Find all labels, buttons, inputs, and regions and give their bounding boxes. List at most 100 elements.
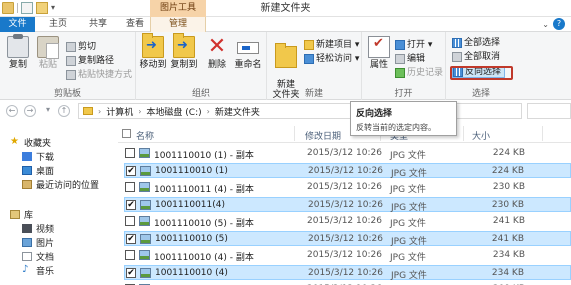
nav-favorites[interactable]: ★ 收藏夹	[10, 136, 51, 149]
file-date: 2015/3/12 10:26	[308, 166, 383, 176]
cut-button[interactable]: 剪切	[66, 41, 96, 53]
rename-label: 重命名	[234, 60, 262, 70]
file-name: 1001110010 (1)	[155, 166, 228, 176]
tab-view[interactable]: 查看	[120, 17, 150, 32]
column-size[interactable]: 大小	[472, 129, 490, 142]
file-name: 1001110010 (4)	[155, 268, 228, 278]
paste-shortcut-icon	[66, 70, 76, 80]
back-button[interactable]: ←	[6, 105, 18, 117]
select-all-label: 全部选择	[464, 38, 501, 48]
history-button[interactable]: 历史记录	[395, 67, 443, 79]
nav-pictures[interactable]: 图片	[22, 236, 54, 249]
nav-recent[interactable]: 最近访问的位置	[22, 178, 100, 191]
copy-to-button[interactable]: 复制到	[169, 33, 199, 70]
file-date: 2015/3/12 10:26	[308, 268, 383, 278]
paste-button[interactable]: 粘贴	[33, 36, 63, 70]
table-row[interactable]: ✔ 1001110010 (1) 2015/3/12 10:26 JPG 文件 224 …	[124, 163, 571, 179]
tab-file[interactable]: 文件	[0, 17, 35, 32]
paste-shortcut-button[interactable]: 粘贴快捷方式	[66, 69, 132, 81]
help-icon[interactable]: ?	[553, 18, 565, 30]
file-type: JPG 文件	[390, 151, 426, 161]
title-bar: ▾ 图片工具 新建文件夹	[0, 0, 571, 17]
tab-home[interactable]: 主页	[40, 17, 76, 32]
new-folder-icon	[275, 43, 297, 68]
select-none-icon	[452, 52, 462, 62]
chevron-right-icon: ›	[138, 106, 142, 116]
new-folder-quick-icon[interactable]	[36, 2, 48, 14]
file-size: 230 KB	[492, 182, 525, 192]
delete-icon: ✕	[207, 34, 227, 59]
new-item-icon	[304, 40, 314, 50]
select-group-label: 选择	[471, 89, 490, 99]
nav-downloads[interactable]: 下载	[22, 150, 54, 163]
nav-documents[interactable]: 文档	[22, 250, 55, 263]
select-all-checkbox[interactable]	[122, 129, 131, 138]
row-checkbox[interactable]	[125, 216, 135, 226]
column-date[interactable]: 修改日期	[305, 129, 341, 142]
row-checkbox[interactable]: ✔	[126, 234, 136, 244]
table-row[interactable]: 1001110010 (4) - 副本 2015/3/12 10:26 JPG 文件…	[124, 248, 571, 263]
organize-group: 移动到 复制到 ✕ 删除 重命名 组织	[136, 32, 267, 100]
file-date: 2015/3/12 10:26	[307, 216, 382, 226]
delete-button[interactable]: ✕ 删除	[202, 34, 232, 71]
file-type: JPG 文件	[391, 169, 427, 179]
forward-button[interactable]: →	[24, 105, 36, 117]
breadcrumb-new-folder[interactable]: 新建文件夹	[215, 105, 260, 118]
edit-button[interactable]: 编辑	[395, 53, 425, 65]
nav-music[interactable]: ♪ 音乐	[22, 264, 54, 277]
image-file-icon	[140, 268, 151, 278]
rename-icon	[237, 42, 259, 54]
tab-share[interactable]: 共享	[80, 17, 116, 32]
move-to-button[interactable]: 移动到	[138, 33, 168, 70]
breadcrumb-computer[interactable]: 计算机	[106, 105, 133, 118]
row-checkbox[interactable]: ✔	[126, 200, 136, 210]
column-name[interactable]: 名称	[136, 129, 154, 142]
table-row[interactable]: 1001110010 (5) - 副本 2015/3/12 10:26 JPG 文件…	[124, 214, 571, 229]
easy-access-button[interactable]: 轻松访问 ▾	[304, 53, 359, 65]
select-all-button[interactable]: 全部选择	[452, 37, 500, 49]
nav-documents-label: 文档	[36, 252, 55, 263]
properties-button[interactable]: 属性	[364, 36, 394, 70]
file-type: JPG 文件	[391, 271, 427, 281]
table-row[interactable]: ✔ 1001110011(4) 2015/3/12 10:26 JPG 文件 230 K…	[124, 197, 571, 213]
table-row[interactable]: 1001110011 (4) - 副本 2015/3/12 10:26 JPG 文件…	[124, 180, 571, 195]
nav-desktop[interactable]: 桌面	[22, 164, 54, 177]
tab-manage[interactable]: 管理	[150, 17, 206, 32]
open-button[interactable]: 打开 ▾	[395, 39, 432, 51]
history-icon	[395, 68, 405, 78]
copy-button[interactable]: 复制	[3, 34, 33, 70]
open-group-label: 打开	[394, 89, 413, 99]
copy-path-label: 复制路径	[78, 56, 115, 66]
up-button[interactable]: ↑	[58, 105, 70, 117]
copy-path-button[interactable]: 复制路径	[66, 55, 114, 67]
table-row[interactable]: ✔ 1001110010 (4) 2015/3/12 10:26 JPG 文件 234 …	[124, 265, 571, 281]
chevron-down-icon[interactable]: ▾	[51, 2, 59, 14]
recent-locations-icon[interactable]: ▾	[42, 105, 54, 117]
row-checkbox[interactable]	[125, 182, 135, 192]
new-group: 新建 文件夹 新建项目 ▾ 轻松访问 ▾ 新建	[267, 32, 362, 100]
rename-button[interactable]: 重命名	[233, 36, 263, 70]
row-checkbox[interactable]	[125, 250, 135, 260]
file-list: 名称 修改日期 类型 大小 1001110010 (1) - 副本 2015/3/…	[118, 124, 571, 285]
breadcrumb-local-disk[interactable]: 本地磁盘 (C:)	[146, 105, 201, 118]
file-size: 224 KB	[491, 166, 524, 176]
nav-libraries[interactable]: 库	[10, 208, 33, 221]
image-file-icon	[140, 166, 151, 176]
properties-quick-icon[interactable]	[21, 2, 33, 14]
table-row[interactable]: 1001110010 (1) - 副本 2015/3/12 10:26 JPG 文件…	[124, 146, 571, 161]
chevron-down-icon[interactable]: ⌄	[542, 20, 549, 29]
select-none-button[interactable]: 全部取消	[452, 51, 500, 63]
new-item-button[interactable]: 新建项目 ▾	[304, 39, 359, 51]
nav-videos[interactable]: 视频	[22, 222, 54, 235]
recent-places-icon	[22, 179, 32, 189]
divider	[17, 3, 18, 13]
table-row[interactable]: ✔ 1001110010 (5) 2015/3/12 10:26 JPG 文件 241 …	[124, 231, 571, 247]
search-input[interactable]	[527, 103, 571, 119]
move-to-label: 移动到	[139, 60, 167, 70]
row-checkbox[interactable]: ✔	[126, 268, 136, 278]
row-checkbox[interactable]	[125, 148, 135, 158]
row-checkbox[interactable]: ✔	[126, 166, 136, 176]
nav-recent-label: 最近访问的位置	[36, 180, 100, 191]
download-icon	[22, 151, 32, 161]
image-file-icon	[140, 234, 151, 244]
